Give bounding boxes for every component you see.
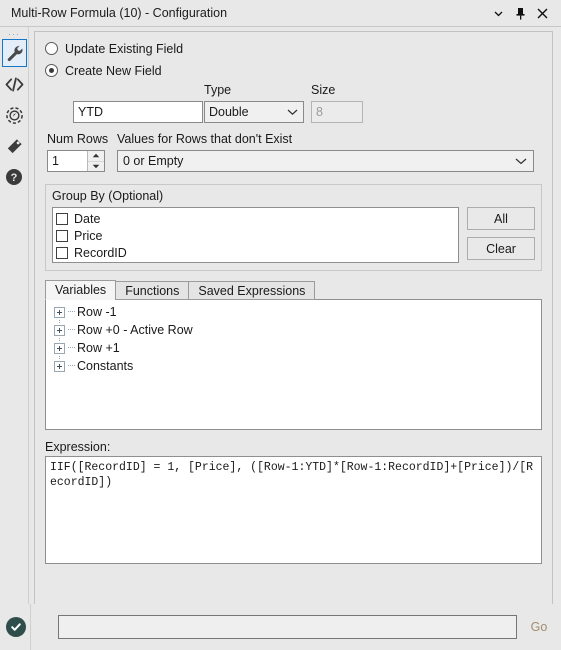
close-icon[interactable] (536, 6, 549, 21)
config-inner: Update Existing Field Create New Field T… (35, 32, 552, 564)
expand-plus-icon[interactable] (54, 306, 65, 318)
field-inputs-row: Double (45, 101, 542, 124)
checkbox[interactable] (56, 230, 68, 242)
tree-node[interactable]: Row -1 (54, 304, 541, 323)
numrows-headers: Num Rows Values for Rows that don't Exis… (45, 132, 542, 150)
tab-saved-expressions[interactable]: Saved Expressions (188, 281, 316, 300)
status-bar: Go (0, 604, 561, 650)
group-by-buttons: All Clear (467, 207, 535, 260)
expand-plus-icon[interactable] (54, 360, 65, 372)
size-label: Size (311, 83, 336, 97)
group-by-title: Group By (Optional) (52, 189, 164, 203)
num-rows-spinner-buttons[interactable] (87, 151, 104, 171)
search-input[interactable] (58, 615, 517, 639)
tree-connector (68, 311, 75, 313)
numrows-row: 0 or Empty (45, 150, 542, 172)
spinner-down-icon[interactable] (88, 162, 104, 172)
list-item-label: Date (74, 212, 101, 226)
list-item-label: RecordID (74, 246, 127, 260)
list-item[interactable]: RecordID (56, 245, 458, 261)
radio-create-new-field[interactable]: Create New Field (45, 60, 542, 81)
checkbox[interactable] (56, 213, 68, 225)
tab-strip: Variables Functions Saved Expressions (45, 280, 542, 300)
tree-node[interactable]: Row +0 - Active Row (54, 322, 541, 341)
field-name-input[interactable] (73, 101, 203, 123)
num-rows-stepper[interactable] (47, 150, 105, 172)
expand-plus-icon[interactable] (54, 342, 65, 354)
tab-functions[interactable]: Functions (115, 281, 190, 300)
variables-section: Variables Functions Saved Expressions Ro… (45, 280, 542, 430)
window-controls (492, 6, 553, 21)
checkbox[interactable] (56, 247, 68, 259)
type-select[interactable]: Double (204, 101, 304, 123)
go-button[interactable]: Go (517, 620, 561, 634)
window-body: ··· ? Update Existing Field Create New F… (0, 27, 561, 604)
expression-label: Expression: (45, 440, 111, 454)
num-rows-label: Num Rows (47, 132, 109, 146)
chevron-down-icon (515, 157, 527, 165)
list-item-label: Price (74, 229, 103, 243)
radio-update-existing-label: Update Existing Field (65, 41, 184, 56)
help-icon[interactable]: ? (2, 163, 27, 191)
rail-grip-dots: ··· (8, 29, 20, 39)
globe-icon[interactable] (2, 101, 27, 129)
code-icon[interactable] (2, 70, 27, 98)
tree-node-label: Row +1 (77, 341, 120, 355)
tree-node-label: Row +0 - Active Row (77, 323, 193, 337)
chevron-down-icon (287, 108, 298, 116)
pin-icon[interactable] (514, 6, 527, 21)
tree-node[interactable]: Row +1 (54, 340, 541, 359)
window-title: Multi-Row Formula (10) - Configuration (11, 6, 228, 20)
type-select-value: Double (209, 105, 249, 119)
expression-section: Expression: IIF([RecordID] = 1, [Price],… (45, 440, 542, 564)
expression-text: IIF([RecordID] = 1, [Price], ([Row-1:YTD… (50, 461, 534, 489)
tab-variables[interactable]: Variables (45, 280, 117, 300)
size-input (311, 101, 363, 123)
tree-connector (68, 347, 75, 349)
tool-icon-rail: ··· ? (0, 27, 29, 604)
group-by-section: Group By (Optional) Date Price RecordID … (45, 184, 542, 271)
tree-node[interactable]: Constants (54, 358, 541, 374)
svg-text:?: ? (11, 172, 18, 184)
status-bar-right: Go (30, 604, 561, 650)
radio-update-existing-field[interactable]: Update Existing Field (45, 38, 542, 59)
values-missing-value: 0 or Empty (123, 154, 184, 168)
window-titlebar: Multi-Row Formula (10) - Configuration (0, 0, 561, 27)
radio-update-existing-indicator (45, 42, 58, 55)
select-all-button[interactable]: All (467, 207, 535, 230)
radio-create-new-indicator (45, 64, 58, 77)
group-by-body: Date Price RecordID All Clear (52, 207, 535, 263)
config-panel: Update Existing Field Create New Field T… (34, 31, 553, 604)
radio-create-new-label: Create New Field (65, 63, 162, 78)
config-content: Update Existing Field Create New Field T… (29, 27, 561, 604)
tag-icon[interactable] (2, 132, 27, 160)
type-label: Type (204, 83, 232, 97)
values-missing-select[interactable]: 0 or Empty (117, 150, 534, 172)
clear-selection-button[interactable]: Clear (467, 237, 535, 260)
field-headers: Type Size (45, 83, 542, 100)
configuration-wrench-icon[interactable] (1, 39, 27, 67)
list-item[interactable]: Date (56, 211, 458, 227)
expression-editor[interactable]: IIF([RecordID] = 1, [Price], ([Row-1:YTD… (45, 456, 542, 564)
tree-connector (68, 365, 75, 367)
list-item[interactable]: Price (56, 228, 458, 244)
num-rows-input[interactable] (48, 151, 87, 171)
check-circle-icon (6, 617, 26, 637)
expand-plus-icon[interactable] (54, 324, 65, 336)
spinner-up-icon[interactable] (88, 151, 104, 162)
chevron-down-icon[interactable] (492, 6, 505, 21)
tree-connector (68, 329, 75, 331)
tree-node-label: Row -1 (77, 305, 117, 319)
group-by-list[interactable]: Date Price RecordID (52, 207, 459, 263)
values-missing-label: Values for Rows that don't Exist (117, 132, 293, 146)
tree-node-label: Constants (77, 359, 134, 373)
variables-tree[interactable]: Row -1 Row +0 - Active Row Row +1 Consta… (45, 299, 542, 430)
